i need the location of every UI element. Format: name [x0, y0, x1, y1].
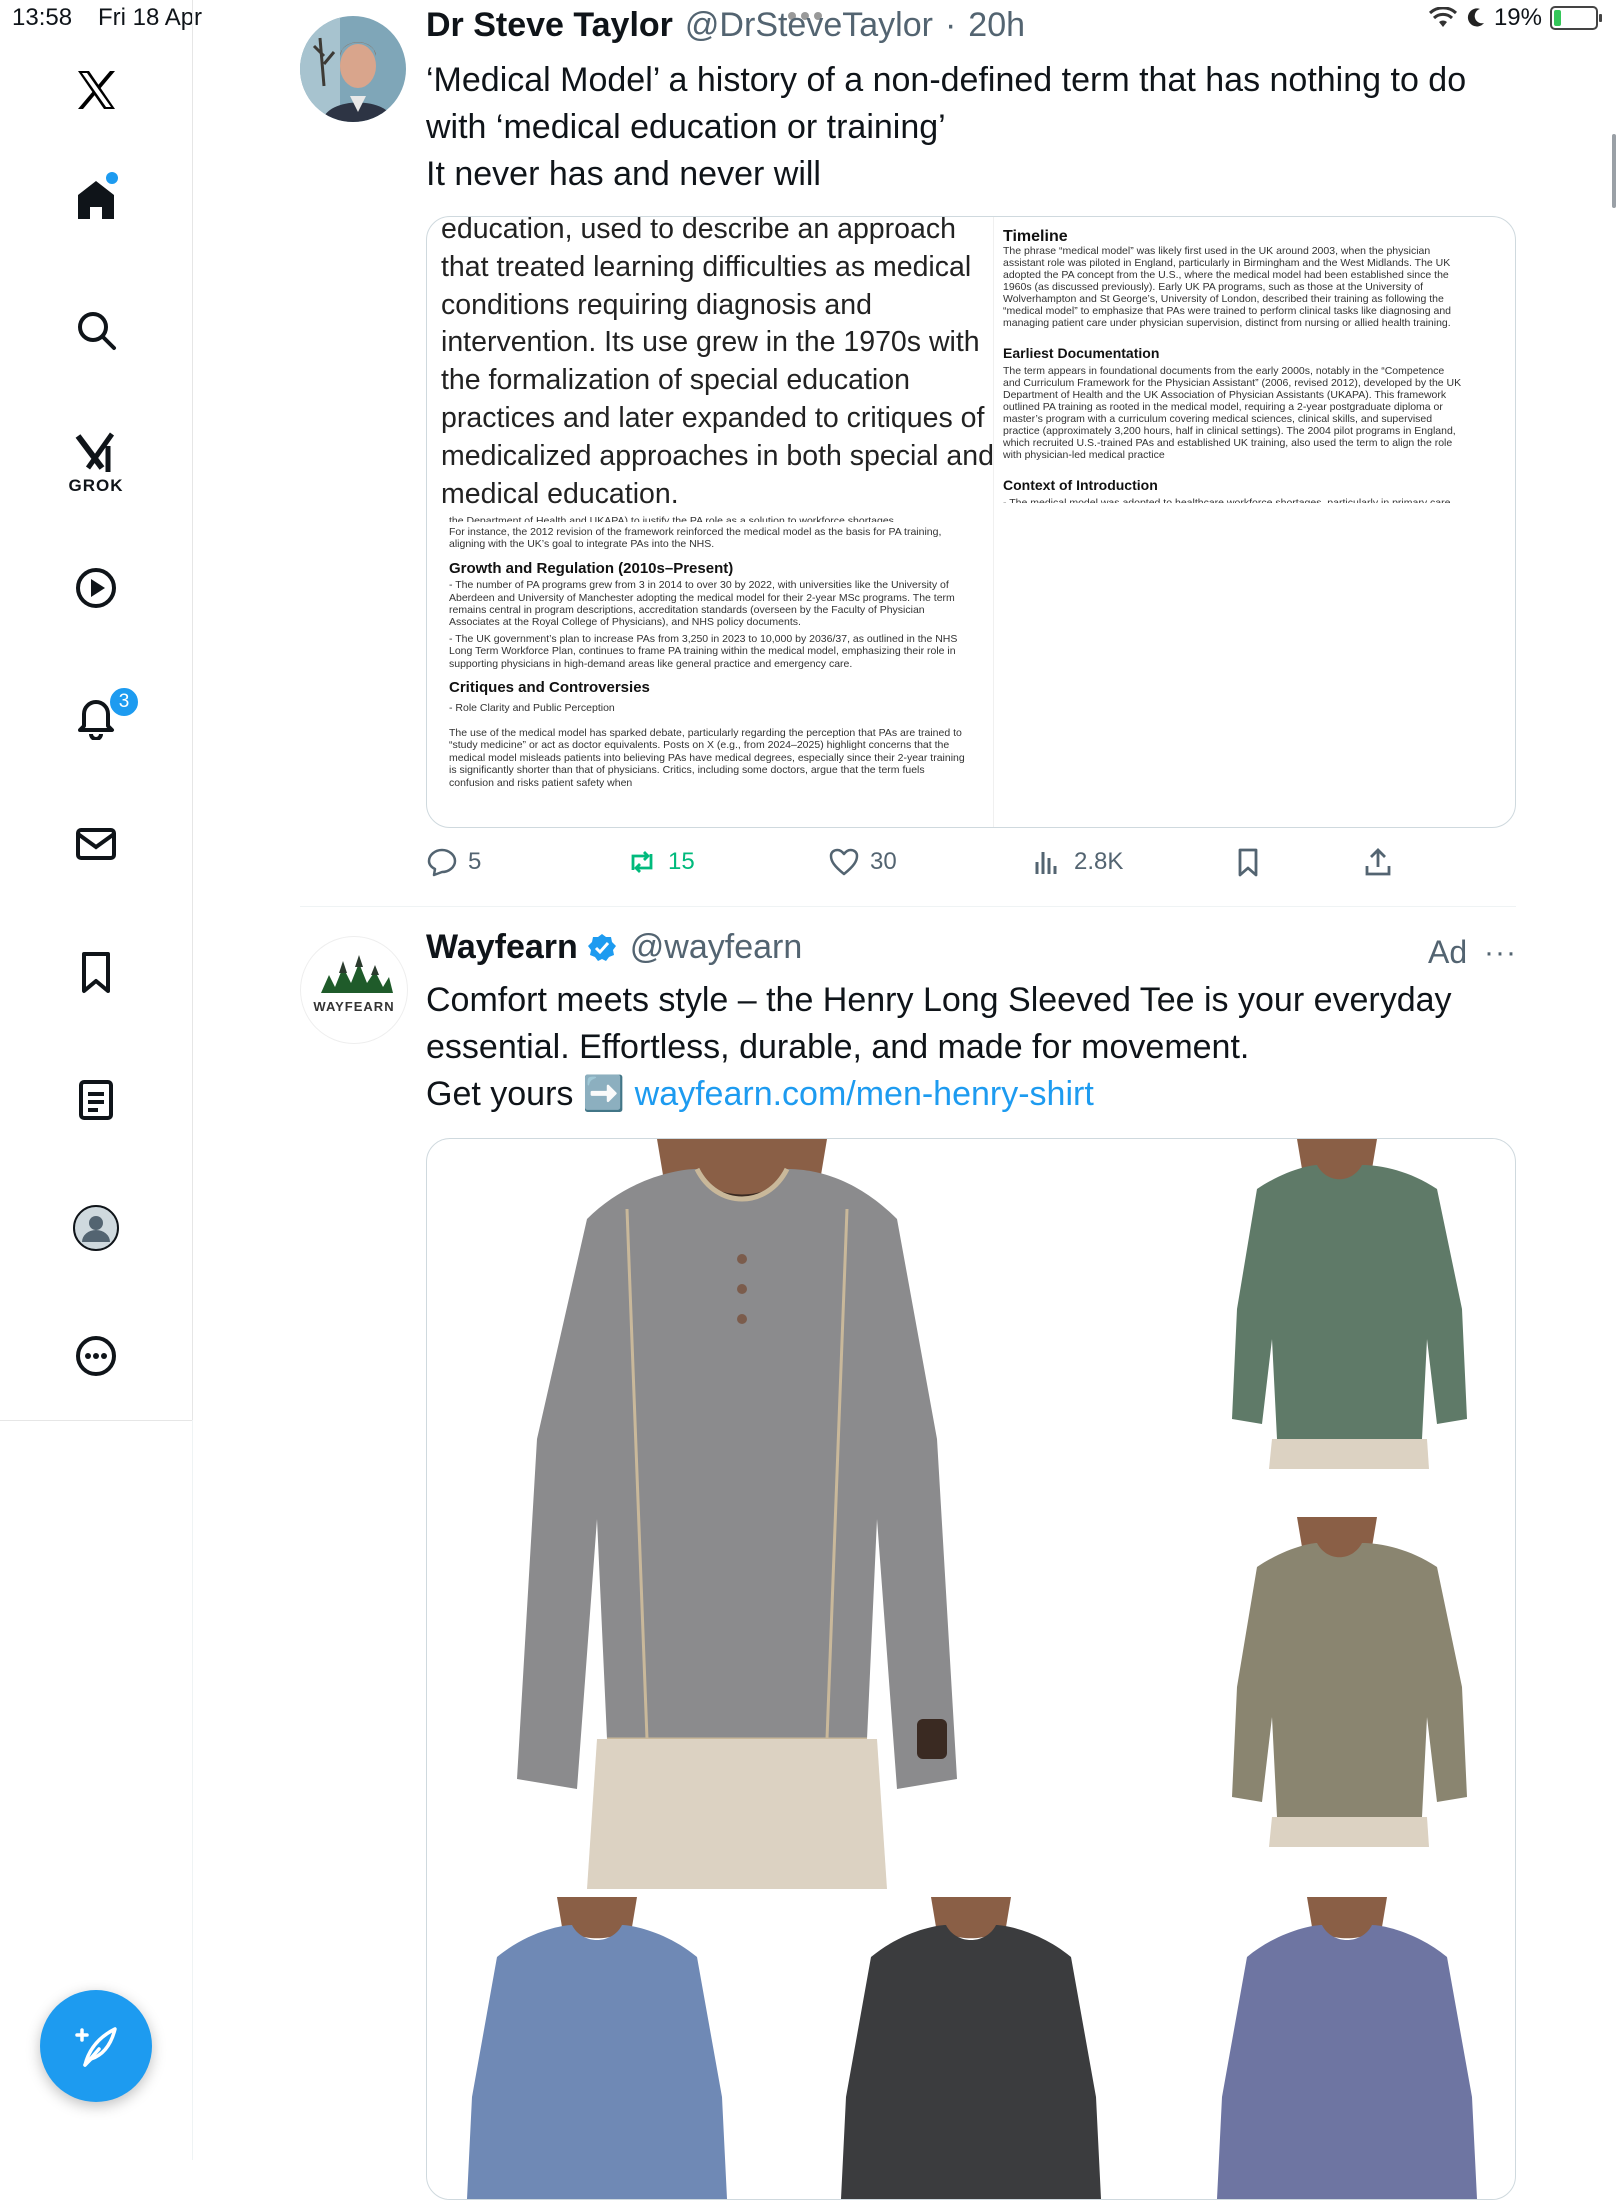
sidebar: GROK 3 [0, 0, 193, 1421]
battery-fill [1554, 10, 1561, 26]
battery-icon [1550, 6, 1602, 30]
post-time[interactable]: 20h [968, 6, 1025, 45]
ad-image-grid[interactable] [426, 1138, 1516, 2200]
share-button[interactable] [1362, 846, 1394, 878]
doc-paragraph: The use of the medical model has sparked… [449, 726, 965, 789]
ad-line: Comfort meets style – the Henry Long Sle… [426, 981, 1452, 1019]
post-line: ‘Medical Model’ a history of a non-defin… [426, 61, 1467, 99]
profile-avatar-icon[interactable] [48, 1180, 144, 1276]
mail-icon[interactable] [48, 796, 144, 892]
ad-line: essential. Effortless, durable, and made… [426, 1028, 1250, 1066]
document-image[interactable]: education, used to describe an approach … [426, 216, 1516, 828]
document-right-column: Timeline The phrase “medical model” was … [1003, 227, 1463, 504]
wifi-icon [1428, 7, 1457, 27]
scrollbar[interactable] [1612, 134, 1616, 208]
olive-shirt-image[interactable] [1217, 1517, 1497, 1847]
document-divider [993, 217, 994, 827]
repost-button[interactable]: 15 [626, 846, 695, 878]
post-header: Dr Steve Taylor @DrSteveTaylor · 20h [426, 6, 1025, 45]
main-shirt-image[interactable] [497, 1139, 977, 1889]
doc-cut-line: the Department of Health and UKAPA) to j… [449, 515, 897, 522]
doc-heading: Context of Introduction [1003, 477, 1158, 493]
repost-count: 15 [668, 848, 695, 875]
ad-label: Ad [1428, 934, 1468, 970]
reply-icon [427, 848, 457, 877]
notification-badge: 3 [108, 686, 140, 718]
bookmark-button[interactable] [1232, 846, 1264, 878]
bookmark-icon[interactable] [48, 924, 144, 1020]
doc-heading: Growth and Regulation (2010s–Present) [449, 559, 734, 577]
play-icon[interactable] [48, 540, 144, 636]
post-body: ‘Medical Model’ a history of a non-defin… [426, 57, 1516, 198]
views-chart-icon [1035, 852, 1057, 874]
shirt-body [841, 1925, 1101, 2199]
verified-badge-icon [587, 933, 616, 961]
doc-paragraph: The term appears in foundational documen… [1003, 365, 1462, 461]
doc-heading: Critiques and Controversies [449, 679, 650, 697]
advertiser-avatar[interactable]: WAYFEARN [300, 936, 408, 1044]
doc-heading: Timeline [1003, 228, 1068, 245]
document-large-text: education, used to describe an approach … [441, 216, 994, 510]
green-shirt-image[interactable] [1217, 1139, 1497, 1469]
more-circle-icon[interactable] [48, 1308, 144, 1404]
doc-paragraph: - The medical model was adopted to healt… [1003, 497, 1451, 503]
doc-paragraph: The phrase “medical model” was likely fi… [1003, 245, 1452, 329]
author-name[interactable]: Dr Steve Taylor [426, 6, 673, 45]
status-indicators: 19% [1428, 4, 1602, 32]
bookmark-icon [1238, 848, 1258, 877]
advertiser-handle[interactable]: @wayfearn [630, 928, 802, 967]
arrow-emoji-icon: ➡️ [582, 1075, 626, 1113]
repost-icon [631, 851, 653, 873]
author-avatar[interactable] [300, 16, 406, 122]
doc-paragraph: For instance, the 2012 revision of the f… [449, 526, 942, 551]
sidebar-divider [192, 1420, 193, 2160]
share-icon [1365, 848, 1391, 876]
views-button[interactable]: 2.8K [1032, 846, 1123, 878]
compose-button[interactable] [40, 1990, 152, 2102]
header-separator: · [944, 6, 957, 44]
document-left-column: education, used to describe an approach … [441, 216, 1001, 789]
like-button[interactable]: 30 [828, 846, 897, 878]
shirt-body [467, 1925, 727, 2199]
list-icon[interactable] [48, 1052, 144, 1148]
doc-paragraph: - The UK government’s plan to increase P… [449, 632, 958, 670]
shirt-body [1217, 1925, 1477, 2199]
advertiser-name[interactable]: Wayfearn [426, 928, 578, 967]
ad-link[interactable]: wayfearn.com/men-henry-shirt [635, 1075, 1094, 1113]
more-options-button[interactable]: ··· [1484, 936, 1517, 970]
home-unread-dot [106, 172, 118, 184]
black-shirt-image[interactable] [821, 1897, 1121, 2199]
post-line: It never has and never will [426, 155, 821, 193]
post-actions: 5 15 30 2.8K [426, 846, 1426, 886]
view-count: 2.8K [1074, 848, 1124, 875]
doc-heading: Earliest Documentation [1003, 345, 1160, 361]
navy-shirt-image[interactable] [1197, 1897, 1497, 2199]
home-icon[interactable] [48, 152, 144, 248]
post-line: with ‘medical education or training’ [426, 108, 946, 146]
ad-line-cta: Get yours ➡️ wayfearn.com/men-henry-shir… [426, 1071, 1516, 1118]
search-icon[interactable] [48, 282, 144, 378]
compose-feather-icon [75, 2027, 117, 2067]
reply-button[interactable]: 5 [426, 846, 481, 878]
reply-count: 5 [468, 848, 482, 875]
ad-header: Wayfearn @wayfearn [426, 928, 802, 967]
ad-body: Comfort meets style – the Henry Long Sle… [426, 977, 1516, 1118]
ad-cta-text: Get yours [426, 1075, 583, 1113]
heart-icon [829, 848, 859, 876]
grok-label: GROK [68, 476, 124, 495]
doc-paragraph: - Role Clarity and Public Perception [449, 702, 615, 715]
author-handle[interactable]: @DrSteveTaylor [685, 6, 933, 45]
doc-paragraph: - The number of PA programs grew from 3 … [449, 579, 955, 629]
like-count: 30 [870, 848, 897, 875]
document-small-text: the Department of Health and UKAPA) to j… [449, 515, 969, 793]
avatar-wordmark: WAYFEARN [313, 999, 394, 1014]
battery-percent: 19% [1493, 4, 1542, 31]
post-separator [300, 906, 1516, 907]
blue-shirt-image[interactable] [447, 1897, 747, 2199]
x-logo-icon[interactable] [48, 42, 144, 138]
moon-icon [1467, 8, 1484, 27]
